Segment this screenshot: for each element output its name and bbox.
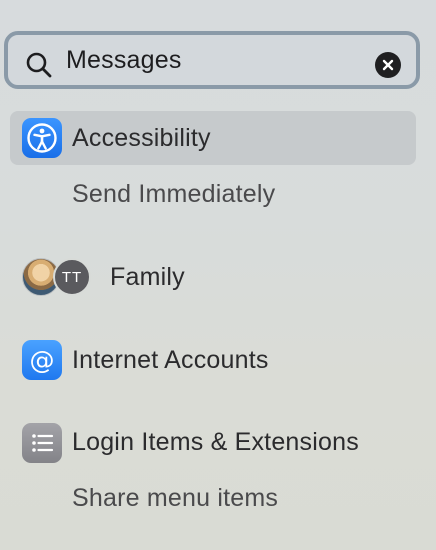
family-member-avatar-initials: TT [53,258,91,296]
result-title-accessibility: Accessibility [72,124,211,152]
list-icon [22,423,62,463]
avatar-initials: TT [61,268,83,286]
svg-text:@: @ [30,346,55,375]
search-icon [26,52,52,78]
clear-search-icon[interactable] [375,52,401,78]
at-sign-icon: @ [22,340,62,380]
result-title-login-items[interactable]: Login Items & Extensions [72,428,359,457]
result-title-family[interactable]: Family [110,263,185,292]
search-input[interactable]: Messages [66,35,182,85]
search-field[interactable]: Messages [4,31,420,89]
result-subitem-share-menu-items[interactable]: Share menu items [72,484,278,513]
result-subitem-send-immediately[interactable]: Send Immediately [72,180,275,209]
result-title-internet-accounts[interactable]: Internet Accounts [72,346,269,375]
result-row-accessibility[interactable] [10,111,416,165]
accessibility-icon [22,118,62,158]
